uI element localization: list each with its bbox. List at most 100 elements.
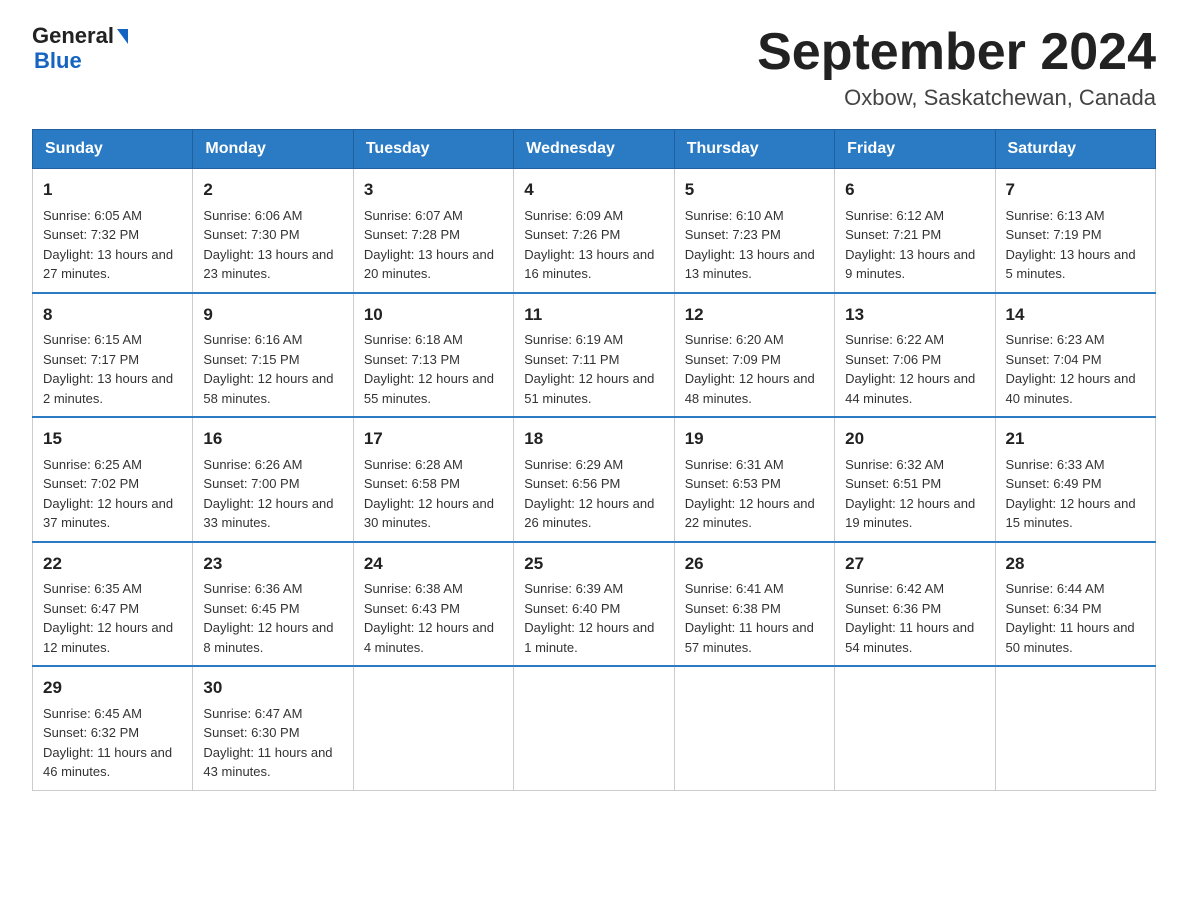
day-info: Sunrise: 6:13 AMSunset: 7:19 PMDaylight:… bbox=[1006, 206, 1145, 284]
day-info: Sunrise: 6:22 AMSunset: 7:06 PMDaylight:… bbox=[845, 330, 984, 408]
day-number: 13 bbox=[845, 302, 984, 328]
day-info: Sunrise: 6:23 AMSunset: 7:04 PMDaylight:… bbox=[1006, 330, 1145, 408]
day-number: 21 bbox=[1006, 426, 1145, 452]
day-info: Sunrise: 6:09 AMSunset: 7:26 PMDaylight:… bbox=[524, 206, 663, 284]
day-info: Sunrise: 6:44 AMSunset: 6:34 PMDaylight:… bbox=[1006, 579, 1145, 657]
calendar-week-row: 8Sunrise: 6:15 AMSunset: 7:17 PMDaylight… bbox=[33, 293, 1156, 418]
calendar-cell: 14Sunrise: 6:23 AMSunset: 7:04 PMDayligh… bbox=[995, 293, 1155, 418]
day-number: 16 bbox=[203, 426, 342, 452]
day-number: 5 bbox=[685, 177, 824, 203]
calendar-cell bbox=[514, 666, 674, 790]
day-number: 25 bbox=[524, 551, 663, 577]
calendar-cell: 20 Sunrise: 6:32 AMSunset: 6:51 PMDayligh… bbox=[835, 417, 995, 542]
calendar-cell: 19 Sunrise: 6:31 AMSunset: 6:53 PMDayligh… bbox=[674, 417, 834, 542]
day-number: 4 bbox=[524, 177, 663, 203]
day-number: 22 bbox=[43, 551, 182, 577]
calendar-cell: 5Sunrise: 6:10 AMSunset: 7:23 PMDaylight… bbox=[674, 169, 834, 293]
calendar-cell: 25Sunrise: 6:39 AMSunset: 6:40 PMDayligh… bbox=[514, 542, 674, 667]
day-info: Sunrise: 6:45 AMSunset: 6:32 PMDaylight:… bbox=[43, 704, 182, 782]
calendar-cell: 23Sunrise: 6:36 AMSunset: 6:45 PMDayligh… bbox=[193, 542, 353, 667]
day-number: 6 bbox=[845, 177, 984, 203]
day-info: Sunrise: 6:36 AMSunset: 6:45 PMDaylight:… bbox=[203, 579, 342, 657]
header-row: Sunday Monday Tuesday Wednesday Thursday… bbox=[33, 130, 1156, 169]
logo: General Blue bbox=[32, 24, 128, 74]
day-number: 8 bbox=[43, 302, 182, 328]
day-info: Sunrise: 6:29 AMSunset: 6:56 PMDaylight:… bbox=[524, 455, 663, 533]
day-number: 1 bbox=[43, 177, 182, 203]
day-number: 17 bbox=[364, 426, 503, 452]
calendar-cell: 9Sunrise: 6:16 AMSunset: 7:15 PMDaylight… bbox=[193, 293, 353, 418]
day-info: Sunrise: 6:25 AMSunset: 7:02 PMDaylight:… bbox=[43, 455, 182, 533]
calendar-cell: 6 Sunrise: 6:12 AMSunset: 7:21 PMDaylight… bbox=[835, 169, 995, 293]
calendar-cell: 4 Sunrise: 6:09 AMSunset: 7:26 PMDaylight… bbox=[514, 169, 674, 293]
calendar-cell: 24Sunrise: 6:38 AMSunset: 6:43 PMDayligh… bbox=[353, 542, 513, 667]
calendar-cell: 27Sunrise: 6:42 AMSunset: 6:36 PMDayligh… bbox=[835, 542, 995, 667]
header-tuesday: Tuesday bbox=[353, 130, 513, 169]
calendar-cell bbox=[835, 666, 995, 790]
calendar-cell: 12Sunrise: 6:20 AMSunset: 7:09 PMDayligh… bbox=[674, 293, 834, 418]
day-number: 20 bbox=[845, 426, 984, 452]
calendar-cell: 2Sunrise: 6:06 AMSunset: 7:30 PMDaylight… bbox=[193, 169, 353, 293]
header-sunday: Sunday bbox=[33, 130, 193, 169]
logo-blue: Blue bbox=[34, 48, 82, 74]
header-friday: Friday bbox=[835, 130, 995, 169]
day-info: Sunrise: 6:41 AMSunset: 6:38 PMDaylight:… bbox=[685, 579, 824, 657]
calendar-cell: 11Sunrise: 6:19 AMSunset: 7:11 PMDayligh… bbox=[514, 293, 674, 418]
calendar-cell: 8Sunrise: 6:15 AMSunset: 7:17 PMDaylight… bbox=[33, 293, 193, 418]
day-number: 29 bbox=[43, 675, 182, 701]
day-info: Sunrise: 6:42 AMSunset: 6:36 PMDaylight:… bbox=[845, 579, 984, 657]
calendar-cell: 15 Sunrise: 6:25 AMSunset: 7:02 PMDayligh… bbox=[33, 417, 193, 542]
day-number: 19 bbox=[685, 426, 824, 452]
day-number: 23 bbox=[203, 551, 342, 577]
day-info: Sunrise: 6:28 AMSunset: 6:58 PMDaylight:… bbox=[364, 455, 503, 533]
day-number: 10 bbox=[364, 302, 503, 328]
day-info: Sunrise: 6:38 AMSunset: 6:43 PMDaylight:… bbox=[364, 579, 503, 657]
calendar-cell: 28Sunrise: 6:44 AMSunset: 6:34 PMDayligh… bbox=[995, 542, 1155, 667]
day-info: Sunrise: 6:35 AMSunset: 6:47 PMDaylight:… bbox=[43, 579, 182, 657]
logo-arrow-icon bbox=[117, 29, 128, 44]
calendar-cell: 26Sunrise: 6:41 AMSunset: 6:38 PMDayligh… bbox=[674, 542, 834, 667]
day-number: 9 bbox=[203, 302, 342, 328]
calendar-cell: 18 Sunrise: 6:29 AMSunset: 6:56 PMDayligh… bbox=[514, 417, 674, 542]
day-info: Sunrise: 6:47 AMSunset: 6:30 PMDaylight:… bbox=[203, 704, 342, 782]
day-number: 7 bbox=[1006, 177, 1145, 203]
header-thursday: Thursday bbox=[674, 130, 834, 169]
day-info: Sunrise: 6:19 AMSunset: 7:11 PMDaylight:… bbox=[524, 330, 663, 408]
day-info: Sunrise: 6:32 AMSunset: 6:51 PMDaylight:… bbox=[845, 455, 984, 533]
day-number: 26 bbox=[685, 551, 824, 577]
day-info: Sunrise: 6:26 AMSunset: 7:00 PMDaylight:… bbox=[203, 455, 342, 533]
day-info: Sunrise: 6:07 AMSunset: 7:28 PMDaylight:… bbox=[364, 206, 503, 284]
calendar-cell: 13Sunrise: 6:22 AMSunset: 7:06 PMDayligh… bbox=[835, 293, 995, 418]
header-wednesday: Wednesday bbox=[514, 130, 674, 169]
day-info: Sunrise: 6:12 AMSunset: 7:21 PMDaylight:… bbox=[845, 206, 984, 284]
calendar-cell: 29 Sunrise: 6:45 AMSunset: 6:32 PMDayligh… bbox=[33, 666, 193, 790]
title-area: September 2024 Oxbow, Saskatchewan, Cana… bbox=[757, 24, 1156, 111]
header-saturday: Saturday bbox=[995, 130, 1155, 169]
header-monday: Monday bbox=[193, 130, 353, 169]
calendar-cell bbox=[995, 666, 1155, 790]
calendar-cell: 1Sunrise: 6:05 AMSunset: 7:32 PMDaylight… bbox=[33, 169, 193, 293]
day-number: 18 bbox=[524, 426, 663, 452]
month-title: September 2024 bbox=[757, 24, 1156, 81]
calendar-cell: 16 Sunrise: 6:26 AMSunset: 7:00 PMDayligh… bbox=[193, 417, 353, 542]
day-number: 28 bbox=[1006, 551, 1145, 577]
calendar-week-row: 15 Sunrise: 6:25 AMSunset: 7:02 PMDayligh… bbox=[33, 417, 1156, 542]
calendar-cell: 21Sunrise: 6:33 AMSunset: 6:49 PMDayligh… bbox=[995, 417, 1155, 542]
day-number: 15 bbox=[43, 426, 182, 452]
day-number: 14 bbox=[1006, 302, 1145, 328]
calendar-cell: 17 Sunrise: 6:28 AMSunset: 6:58 PMDayligh… bbox=[353, 417, 513, 542]
day-number: 30 bbox=[203, 675, 342, 701]
calendar-week-row: 1Sunrise: 6:05 AMSunset: 7:32 PMDaylight… bbox=[33, 169, 1156, 293]
day-info: Sunrise: 6:31 AMSunset: 6:53 PMDaylight:… bbox=[685, 455, 824, 533]
calendar-cell bbox=[353, 666, 513, 790]
day-number: 2 bbox=[203, 177, 342, 203]
calendar-week-row: 22Sunrise: 6:35 AMSunset: 6:47 PMDayligh… bbox=[33, 542, 1156, 667]
calendar-cell: 22Sunrise: 6:35 AMSunset: 6:47 PMDayligh… bbox=[33, 542, 193, 667]
day-info: Sunrise: 6:39 AMSunset: 6:40 PMDaylight:… bbox=[524, 579, 663, 657]
day-info: Sunrise: 6:18 AMSunset: 7:13 PMDaylight:… bbox=[364, 330, 503, 408]
day-info: Sunrise: 6:20 AMSunset: 7:09 PMDaylight:… bbox=[685, 330, 824, 408]
logo-general: General bbox=[32, 24, 114, 48]
day-number: 27 bbox=[845, 551, 984, 577]
page-header: General Blue September 2024 Oxbow, Saska… bbox=[32, 24, 1156, 111]
day-number: 11 bbox=[524, 302, 663, 328]
